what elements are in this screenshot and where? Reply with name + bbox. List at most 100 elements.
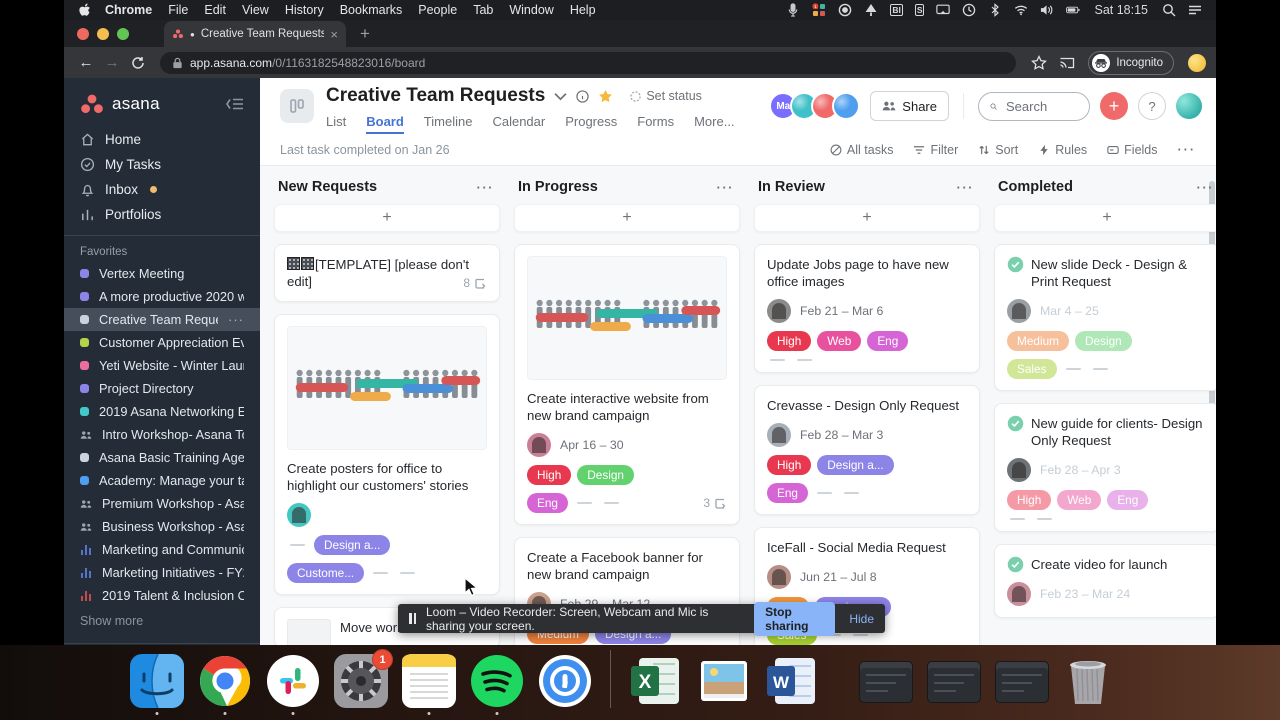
menu-tab[interactable]: Tab [473, 3, 493, 17]
create-button[interactable]: + [1100, 92, 1128, 120]
sidebar-collapse-icon[interactable] [226, 97, 244, 111]
dock-1password[interactable] [538, 654, 592, 708]
toolbar-sort[interactable]: Sort [978, 143, 1018, 157]
stop-sharing-button[interactable]: Stop sharing [754, 602, 835, 636]
menu-clock[interactable]: Sat 18:15 [1094, 3, 1148, 17]
task-card[interactable]: Create video for launchFeb 23 – Mar 24 [994, 544, 1216, 618]
dock-finder[interactable] [130, 654, 184, 708]
share-button[interactable]: Share [870, 91, 949, 121]
tab-list[interactable]: List [326, 114, 346, 134]
notification-center-icon[interactable] [1188, 3, 1202, 17]
menu-history[interactable]: History [285, 3, 324, 17]
assignee-avatar[interactable] [767, 299, 791, 323]
menu-file[interactable]: File [168, 3, 188, 17]
chevron-down-icon[interactable] [554, 90, 567, 103]
tag-custome[interactable]: Custome... [287, 563, 364, 583]
toolbar-more-icon[interactable]: ··· [1178, 143, 1197, 157]
column-more-icon[interactable]: ··· [477, 180, 495, 195]
tag-design[interactable]: Design [577, 465, 634, 485]
bookmark-star-icon[interactable] [1031, 55, 1047, 71]
menu-edit[interactable]: Edit [204, 3, 226, 17]
tag-design-a[interactable]: Design a... [817, 455, 893, 475]
apple-menu-icon[interactable] [78, 3, 91, 17]
minimize-window-button[interactable] [97, 28, 109, 40]
sidebar-item-portfolios[interactable]: Portfolios [64, 202, 260, 227]
add-task-button[interactable]: + [274, 204, 500, 232]
forward-button[interactable]: → [100, 51, 124, 75]
assignee-avatar[interactable] [287, 503, 311, 527]
extension-avatar[interactable] [1188, 54, 1206, 72]
tab-calendar[interactable]: Calendar [492, 114, 545, 134]
close-window-button[interactable] [77, 28, 89, 40]
info-icon[interactable] [576, 90, 589, 103]
address-bar[interactable]: app.asana.com/0/1163182548823016/board [160, 52, 1016, 74]
bi-menu-icon[interactable]: BI [890, 4, 903, 16]
sidebar-fav-project-directory[interactable]: Project Directory [64, 377, 260, 400]
user-avatar[interactable] [1176, 93, 1202, 119]
set-status-button[interactable]: Set status [630, 89, 702, 103]
dock-app-window[interactable] [995, 661, 1049, 703]
fav-more-icon[interactable]: ··· [228, 312, 244, 327]
tab-timeline[interactable]: Timeline [424, 114, 473, 134]
toolbar-rules[interactable]: Rules [1038, 143, 1087, 157]
sidebar-fav-a-more-productive-2020-wi[interactable]: A more productive 2020 wi... [64, 285, 260, 308]
tag-sales[interactable]: Sales [1007, 359, 1057, 379]
battery-icon[interactable] [1066, 3, 1080, 17]
task-card[interactable]: New guide for clients- Design Only Reque… [994, 403, 1216, 532]
dock-excel[interactable]: X [629, 654, 683, 708]
sidebar-fav-marketing-and-communica[interactable]: Marketing and Communica... [64, 538, 260, 561]
assignee-avatar[interactable] [527, 433, 551, 457]
tab-more[interactable]: More... [694, 114, 734, 134]
toolbar-all-tasks[interactable]: All tasks [830, 143, 894, 157]
assignee-avatar[interactable] [767, 423, 791, 447]
task-card[interactable]: Create posters for office to highlight o… [274, 314, 500, 595]
menu-window[interactable]: Window [509, 3, 553, 17]
assignee-avatar[interactable] [1007, 458, 1031, 482]
assignee-avatar[interactable] [1007, 582, 1031, 606]
menu-app-name[interactable]: Chrome [105, 3, 152, 17]
assignee-avatar[interactable] [767, 565, 791, 589]
menu-bookmarks[interactable]: Bookmarks [340, 3, 403, 17]
sidebar-fav-yeti-website-winter-laun[interactable]: Yeti Website - Winter Laun... [64, 354, 260, 377]
toolbar-fields[interactable]: Fields [1107, 143, 1157, 157]
record-icon[interactable] [838, 3, 852, 17]
pause-icon[interactable] [409, 613, 416, 624]
search-box[interactable] [978, 92, 1090, 121]
sidebar-fav-marketing-initiatives-fy20[interactable]: Marketing Initiatives - FY20 [64, 561, 260, 584]
tag-web[interactable]: Web [817, 331, 861, 351]
sidebar-fav-asana-basic-training-agenda[interactable]: Asana Basic Training Agenda [64, 446, 260, 469]
tab-board[interactable]: Board [366, 114, 404, 134]
project-icon[interactable] [280, 89, 314, 123]
dock-chrome[interactable] [198, 654, 252, 708]
hide-button[interactable]: Hide [849, 612, 874, 626]
task-card[interactable]: Crevasse - Design Only RequestFeb 28 – M… [754, 385, 980, 515]
task-card[interactable]: New slide Deck - Design & Print RequestM… [994, 244, 1216, 391]
wifi-icon[interactable] [1014, 3, 1028, 17]
show-more-link[interactable]: Show more [64, 607, 260, 635]
tag-design[interactable]: Design [1075, 331, 1132, 351]
help-button[interactable]: ? [1138, 92, 1166, 120]
shield-s-menu-icon[interactable]: S [915, 4, 925, 16]
extensions-icon[interactable]: 1 [812, 3, 826, 17]
member-avatar[interactable] [832, 92, 860, 120]
search-input[interactable] [1004, 98, 1078, 115]
assignee-avatar[interactable] [1007, 299, 1031, 323]
sidebar-fav-vertex-meeting[interactable]: Vertex Meeting [64, 262, 260, 285]
browser-tab[interactable]: ● Creative Team Requests - As × [164, 21, 346, 47]
tag-design-a[interactable]: Design a... [314, 535, 390, 555]
dock-notes[interactable] [402, 654, 456, 708]
new-tab-button[interactable]: + [360, 24, 370, 44]
sidebar-fav-business-workshop-asan[interactable]: Business Workshop - Asan... [64, 515, 260, 538]
add-task-button[interactable]: + [994, 204, 1216, 232]
sidebar-fav-premium-workshop-asan[interactable]: Premium Workshop - Asan... [64, 492, 260, 515]
tag-web[interactable]: Web [1057, 490, 1101, 510]
dock-spotify[interactable] [470, 654, 524, 708]
tag-eng[interactable]: Eng [1107, 490, 1148, 510]
menu-view[interactable]: View [242, 3, 269, 17]
tag-eng[interactable]: Eng [767, 483, 808, 503]
asana-logo[interactable]: asana [64, 78, 260, 127]
tag-eng[interactable]: Eng [867, 331, 908, 351]
tool-icon[interactable] [864, 3, 878, 17]
sidebar-fav-2019-talent-inclusion-ok[interactable]: 2019 Talent & Inclusion OK... [64, 584, 260, 607]
dock-app-window[interactable] [927, 661, 981, 703]
